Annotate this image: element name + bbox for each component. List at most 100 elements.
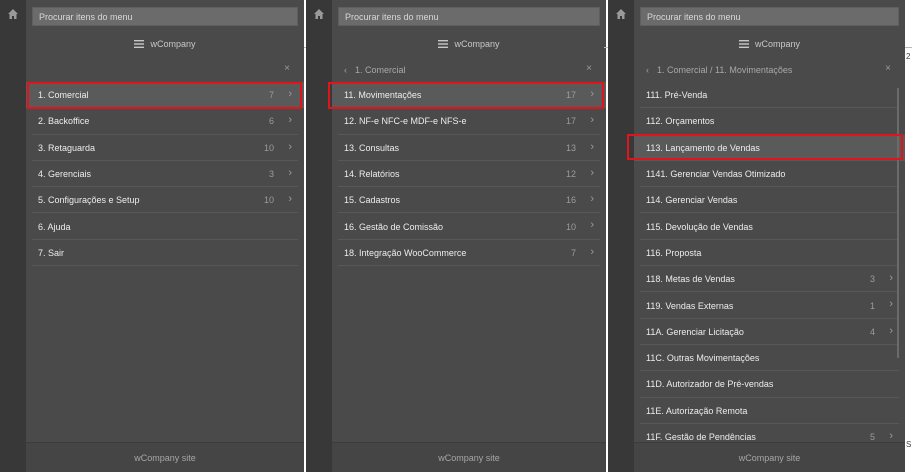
background-divider	[304, 47, 306, 48]
hamburger-icon[interactable]	[134, 40, 145, 48]
footer-link[interactable]: wCompany site	[26, 442, 304, 472]
home-icon[interactable]	[615, 8, 627, 20]
menu-item-gestao-comissao[interactable]: 16. Gestão de Comissão 10 ›	[332, 213, 606, 241]
menu-item-gerenciais[interactable]: 4. Gerenciais 3 ›	[26, 161, 304, 188]
menu-item-label: 11A. Gerenciar Licitação	[646, 326, 744, 337]
background-divider	[905, 47, 912, 48]
menu-item-label: 6. Ajuda	[38, 221, 71, 232]
menu-item-proposta[interactable]: 116. Proposta	[634, 240, 905, 267]
footer-label: wCompany site	[438, 452, 500, 463]
brand-header: wCompany	[332, 30, 606, 58]
menu-item-gerenciar-licitacao[interactable]: 11A. Gerenciar Licitação 4 ›	[634, 319, 905, 346]
menu-item-autorizacao-remota[interactable]: 11E. Autorização Remota	[634, 398, 905, 425]
menu-item-gerenciar-vendas[interactable]: 114. Gerenciar Vendas	[634, 187, 905, 214]
menu-item-label: 13. Consultas	[344, 142, 400, 153]
menu-item-woocommerce[interactable]: 18. Integração WooCommerce 7 ›	[332, 240, 606, 267]
breadcrumb[interactable]: ‹ 1. Comercial ×	[332, 59, 606, 81]
menu-item-count: 6	[268, 116, 274, 127]
search-input[interactable]	[640, 7, 899, 26]
menu-item-configuracoes[interactable]: 5. Configurações e Setup 10 ›	[26, 187, 304, 214]
chevron-right-icon: ›	[590, 219, 594, 232]
menu-panel-comercial: wCompany ‹ 1. Comercial × 11. Movimentaç…	[306, 0, 606, 472]
chevron-right-icon: ›	[590, 140, 594, 153]
chevron-right-icon: ›	[889, 429, 893, 442]
menu-item-retaguarda[interactable]: 3. Retaguarda 10 ›	[26, 135, 304, 162]
chevron-right-icon: ›	[288, 140, 292, 153]
chevron-right-icon: ›	[288, 114, 292, 127]
background-text: 2	[906, 52, 911, 61]
scrollbar[interactable]	[897, 88, 899, 358]
close-icon[interactable]: ×	[284, 63, 290, 74]
menu-item-label: 3. Retaguarda	[38, 142, 96, 153]
chevron-right-icon: ›	[590, 114, 594, 127]
menu-item-outras-movimentacoes[interactable]: 11C. Outras Movimentações	[634, 345, 905, 372]
background-divider	[604, 47, 608, 48]
selection-highlight	[27, 82, 302, 109]
menu-item-nfe[interactable]: 12. NF-e NFC-e MDF-e NFS-e 17 ›	[332, 108, 606, 135]
chevron-right-icon: ›	[889, 272, 893, 285]
selection-highlight	[627, 134, 903, 160]
menu-item-devolucao-vendas[interactable]: 115. Devolução de Vendas	[634, 213, 905, 241]
home-icon[interactable]	[7, 8, 19, 20]
menu-item-label: 11E. Autorização Remota	[646, 405, 748, 416]
chevron-right-icon: ›	[288, 193, 292, 206]
brand-name: wCompany	[150, 39, 196, 49]
chevron-left-icon[interactable]: ‹	[344, 65, 347, 75]
footer-link[interactable]: wCompany site	[332, 442, 606, 472]
chevron-right-icon: ›	[590, 193, 594, 206]
menu-item-count: 3	[869, 274, 875, 285]
brand-name: wCompany	[754, 39, 801, 49]
menu-item-label: 11C. Outras Movimentações	[646, 353, 760, 364]
menu-item-label: 12. NF-e NFC-e MDF-e NFS-e	[344, 116, 467, 127]
menu-item-cadastros[interactable]: 15. Cadastros 16 ›	[332, 187, 606, 214]
search-input[interactable]	[32, 7, 298, 26]
menu-item-gerenciar-vendas-otimizado[interactable]: 1141. Gerenciar Vendas Otimizado	[634, 161, 905, 188]
menu-item-count: 3	[268, 169, 274, 180]
menu-item-label: 7. Sair	[38, 247, 65, 258]
menu-item-label: 115. Devolução de Vendas	[646, 221, 753, 232]
menu-item-relatorios[interactable]: 14. Relatórios 12 ›	[332, 161, 606, 188]
chevron-right-icon: ›	[590, 245, 594, 258]
menu-item-sair[interactable]: 7. Sair	[26, 240, 304, 267]
menu-item-metas-vendas[interactable]: 118. Metas de Vendas 3 ›	[634, 266, 905, 293]
breadcrumb-label: 1. Comercial	[355, 65, 406, 75]
menu-item-label: 114. Gerenciar Vendas	[646, 195, 738, 206]
brand-header: wCompany	[26, 30, 304, 58]
hamburger-icon[interactable]	[738, 40, 749, 48]
menu-item-label: 111. Pré-Venda	[646, 90, 708, 101]
side-strip	[306, 0, 332, 472]
menu-item-label: 16. Gestão de Comissão	[344, 221, 444, 232]
menu-item-count: 1	[869, 300, 875, 311]
menu-item-pre-venda[interactable]: 111. Pré-Venda	[634, 82, 905, 109]
menu-item-count: 13	[565, 142, 576, 153]
menu-item-vendas-externas[interactable]: 119. Vendas Externas 1 ›	[634, 292, 905, 319]
menu-item-consultas[interactable]: 13. Consultas 13 ›	[332, 135, 606, 162]
menu-item-orcamentos[interactable]: 112. Orçamentos	[634, 108, 905, 135]
chevron-left-icon[interactable]: ‹	[646, 65, 649, 75]
menu-item-autorizador-pre-vendas[interactable]: 11D. Autorizador de Pré-vendas	[634, 371, 905, 398]
menu-item-count: 17	[565, 116, 576, 127]
menu-list: 11. Movimentações 17 › 12. NF-e NFC-e MDF-…	[332, 82, 606, 267]
footer-link[interactable]: wCompany site	[634, 442, 905, 472]
footer-label: wCompany site	[738, 452, 801, 463]
hamburger-icon[interactable]	[438, 40, 449, 48]
menu-item-count: 5	[869, 432, 875, 442]
breadcrumb[interactable]: ‹ 1. Comercial / 11. Movimentações ×	[634, 59, 905, 81]
brand-header: wCompany	[634, 30, 905, 58]
menu-item-label: 5. Configurações e Setup	[38, 195, 140, 206]
menu-item-count: 16	[565, 195, 576, 206]
chevron-right-icon: ›	[889, 324, 893, 337]
close-icon[interactable]: ×	[885, 63, 891, 74]
menu-item-ajuda[interactable]: 6. Ajuda	[26, 213, 304, 241]
search-input[interactable]	[338, 7, 600, 26]
menu-item-label: 18. Integração WooCommerce	[344, 247, 467, 258]
menu-panel-root: wCompany × 1. Comercial7› 2. Backoffice6…	[0, 0, 304, 472]
menu-item-label: 112. Orçamentos	[646, 116, 715, 127]
close-icon[interactable]: ×	[586, 63, 592, 74]
menu-item-backoffice[interactable]: 2. Backoffice 6 ›	[26, 108, 304, 135]
menu-item-label: 119. Vendas Externas	[646, 300, 734, 311]
menu-item-label: 11D. Autorizador de Pré-vendas	[646, 379, 774, 390]
chevron-right-icon: ›	[288, 166, 292, 179]
menu-item-count: 10	[263, 195, 274, 206]
home-icon[interactable]	[313, 8, 325, 20]
